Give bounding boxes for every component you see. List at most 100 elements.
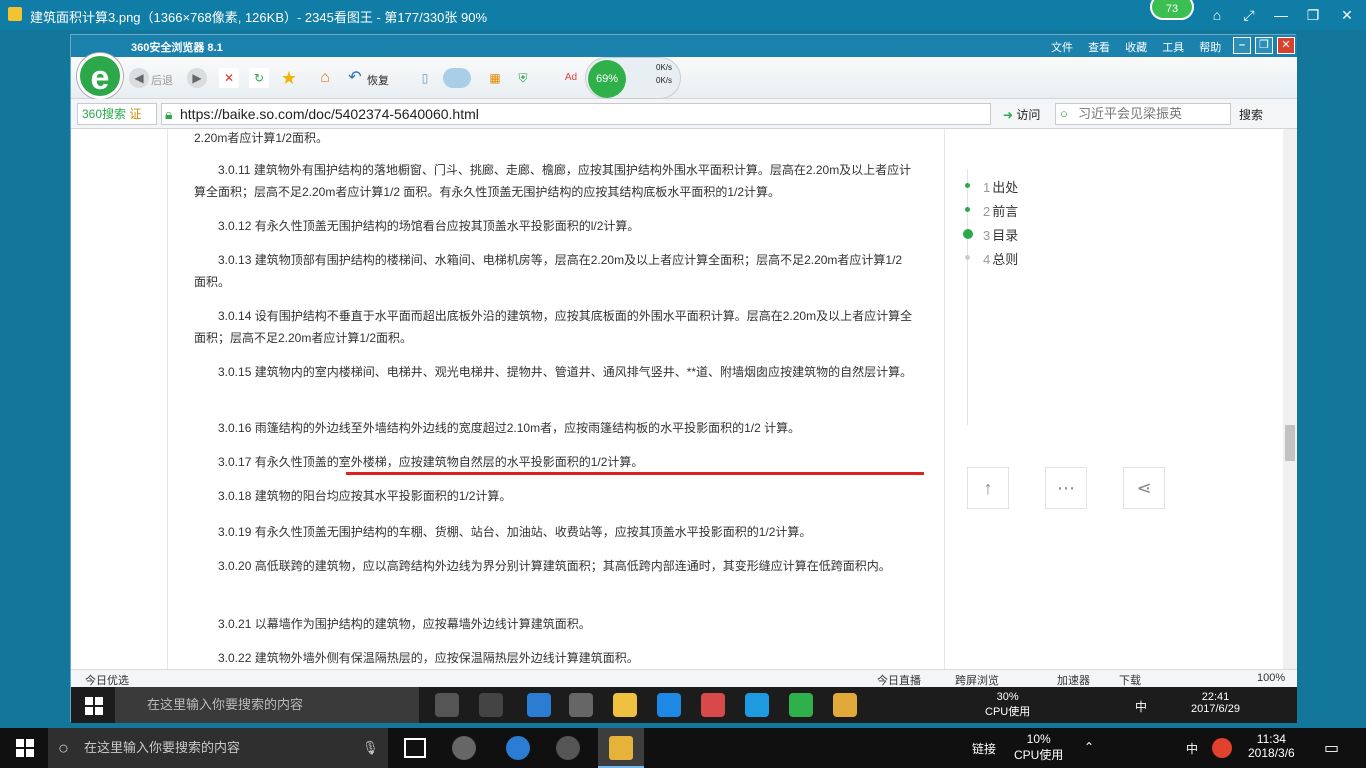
notification-icon[interactable]: ▭: [1324, 738, 1339, 758]
today-picks[interactable]: 今日优选: [85, 672, 129, 688]
toc-label: 出处: [992, 180, 1019, 195]
para-code: 3.0.12: [218, 219, 252, 233]
comment-icon[interactable]: ⋯: [1045, 467, 1087, 509]
fan-app-icon: [435, 693, 459, 717]
download-link[interactable]: 下载: [1119, 672, 1141, 688]
search-button[interactable]: 搜索: [1239, 106, 1263, 123]
refresh-icon[interactable]: ↻: [249, 68, 269, 88]
notification-badge[interactable]: 73: [1150, 0, 1194, 20]
close-button[interactable]: ✕: [1336, 5, 1358, 25]
menu-view[interactable]: 查看: [1088, 42, 1110, 54]
sogou-input-icon[interactable]: [1212, 738, 1232, 758]
para-code: 3.0.15: [218, 365, 252, 379]
search-button-label: 搜索: [1239, 108, 1264, 122]
para-code: 3.0.22: [218, 651, 252, 665]
edge-icon[interactable]: [506, 736, 530, 760]
article-paragraph: 3.0.22 建筑物外墙外侧有保温隔热层的，应按保温隔热层外边线计算建筑面积。: [194, 647, 914, 669]
browser-minimize-button[interactable]: –: [1233, 37, 1251, 54]
clock[interactable]: 11:34 2018/3/6: [1248, 732, 1295, 760]
article-paragraph: 3.0.12 有永久性顶盖无围护结构的场馆看台应按其顶盖水平投影面积的l/2计算…: [194, 215, 914, 237]
memory-percent: 69%: [588, 60, 626, 98]
zoom-level[interactable]: 100%: [1257, 672, 1285, 684]
share-icon[interactable]: ⋖: [1123, 467, 1165, 509]
para-text: 建筑物的阳台均应按其水平投影面积的1/2计算。: [254, 489, 512, 503]
favorite-star-icon[interactable]: ★: [279, 68, 299, 88]
para-text: 建筑物外墙外侧有保温隔热层的，应按保温隔热层外边线计算建筑面积。: [254, 651, 639, 665]
image-viewer-app-button[interactable]: [598, 728, 644, 768]
forward-icon[interactable]: ▶: [187, 68, 207, 88]
shield-icon[interactable]: ⛨: [513, 68, 533, 88]
search-engine-select[interactable]: 360搜索 证: [77, 103, 157, 125]
undo-icon[interactable]: ↶: [345, 68, 365, 88]
fan-app-icon[interactable]: [452, 736, 476, 760]
toc-item[interactable]: 2 前言: [983, 201, 1018, 220]
toc-item[interactable]: 4 总则: [983, 249, 1018, 268]
article-paragraph: 3.0.15 建筑物内的室内楼梯间、电梯井、观光电梯井、提物井、管道井、通风排气…: [194, 361, 914, 383]
para-code: 3.0.19: [218, 525, 252, 539]
inner-search-box: 在这里输入你要搜索的内容: [115, 687, 419, 723]
url-input[interactable]: 🔒︎ https://baike.so.com/doc/5402374-5640…: [161, 103, 991, 125]
page-scrollbar[interactable]: [1283, 129, 1297, 669]
microphone-icon[interactable]: 🎙︎: [362, 728, 379, 768]
phone-icon[interactable]: ▯: [415, 68, 435, 88]
g-app-icon[interactable]: [556, 736, 580, 760]
restore-label[interactable]: 恢复: [367, 72, 389, 88]
ime-indicator[interactable]: 中: [1186, 740, 1198, 757]
menu-favorites[interactable]: 收藏: [1125, 42, 1147, 54]
para-code: 3.0.14: [218, 309, 252, 323]
browser-toolbar: ◀ 后退 ▶ ✕ ↻ ★ ⌂ ↶ 恢复 ▯ ▦ ⛨ Ad: [71, 57, 1297, 99]
scrollbar-thumb[interactable]: [1285, 425, 1295, 461]
toc-label: 目录: [992, 228, 1019, 243]
adblock-icon[interactable]: Ad: [561, 68, 581, 88]
para-text: 有永久性顶盖无围护结构的车棚、货棚、站台、加油站、收费站等，应按其顶盖水平投影面…: [254, 525, 812, 539]
accelerator-link[interactable]: 加速器: [1057, 672, 1090, 688]
link-label[interactable]: 链接: [972, 740, 996, 757]
live-link[interactable]: 今日直播: [877, 672, 921, 688]
toc-label: 总则: [992, 252, 1019, 267]
menu-file[interactable]: 文件: [1051, 42, 1073, 54]
menu-help[interactable]: 帮助: [1199, 42, 1221, 54]
toc-label: 前言: [992, 204, 1019, 219]
fullscreen-icon[interactable]: ⤢: [1238, 5, 1260, 25]
image-viewer-icon: [609, 736, 633, 760]
task-view-icon[interactable]: [404, 738, 426, 758]
menu-tools[interactable]: 工具: [1162, 42, 1184, 54]
qq-app-icon: [745, 693, 769, 717]
taskbar-search-box[interactable]: ○ 在这里输入你要搜索的内容 🎙︎: [48, 728, 388, 768]
search-icon: ○: [1060, 106, 1068, 121]
windows-start-button[interactable]: [16, 739, 34, 757]
para-text: 高低联跨的建筑物，应以高跨结构外边线为界分别计算建筑面积；其高低跨内部连通时，其…: [254, 559, 891, 573]
browser-close-button[interactable]: ✕: [1277, 37, 1295, 54]
maximize-button[interactable]: ❐: [1302, 5, 1324, 25]
cert-badge: 证: [129, 107, 142, 121]
viewer-app-icon: [8, 7, 22, 21]
cast-link[interactable]: 跨屏浏览: [955, 672, 999, 688]
article-paragraph: 3.0.13 建筑物顶部有围护结构的楼梯间、水箱间、电梯机房等，层高在2.20m…: [194, 249, 914, 293]
inner-cpu-label: CPU使用: [985, 706, 1031, 718]
skin-icon[interactable]: ⌂: [1206, 5, 1228, 25]
browser-maximize-button[interactable]: ❐: [1255, 37, 1273, 54]
article-paragraph: 3.0.19 有永久性顶盖无围护结构的车棚、货棚、站台、加油站、收费站等，应按其…: [194, 521, 914, 543]
cloud-icon[interactable]: [443, 68, 471, 88]
minimize-button[interactable]: —: [1270, 5, 1292, 25]
inner-ime: 中: [1135, 700, 1148, 714]
toc-item[interactable]: 3 目录: [983, 225, 1018, 244]
para-text: 有永久性顶盖的室外楼梯，应按建筑物自然层的水平投影面积的1/2计算。: [254, 455, 644, 469]
inner-clock: 22:41 2017/6/29: [1191, 691, 1240, 715]
apps-icon[interactable]: ▦: [485, 68, 505, 88]
cpu-monitor: 10% CPU使用: [1014, 732, 1063, 763]
toc-num: 4: [983, 252, 991, 267]
home-icon[interactable]: ⌂: [315, 68, 335, 88]
back-to-top-icon[interactable]: ↑: [967, 467, 1009, 509]
toc-num: 3: [983, 228, 991, 243]
chevron-up-icon[interactable]: ⌃: [1084, 740, 1094, 754]
stop-icon[interactable]: ✕: [219, 68, 239, 88]
speed-widget[interactable]: 69% 0K/s 0K/s: [585, 57, 681, 99]
toc-item[interactable]: 1 出处: [983, 177, 1018, 196]
back-icon[interactable]: ◀: [129, 68, 149, 88]
article-paragraph-highlighted: 3.0.16 雨篷结构的外边线至外墙结构外边线的宽度超过2.10m者，应按雨篷结…: [194, 417, 914, 439]
para-code: 3.0.13: [218, 253, 252, 267]
visit-button[interactable]: ➜ 访问: [1003, 106, 1040, 123]
article-paragraph: 3.0.21 以幕墙作为围护结构的建筑物，应按幕墙外边线计算建筑面积。: [194, 613, 914, 635]
search-input[interactable]: ○ 习近平会见梁振英: [1055, 103, 1231, 125]
